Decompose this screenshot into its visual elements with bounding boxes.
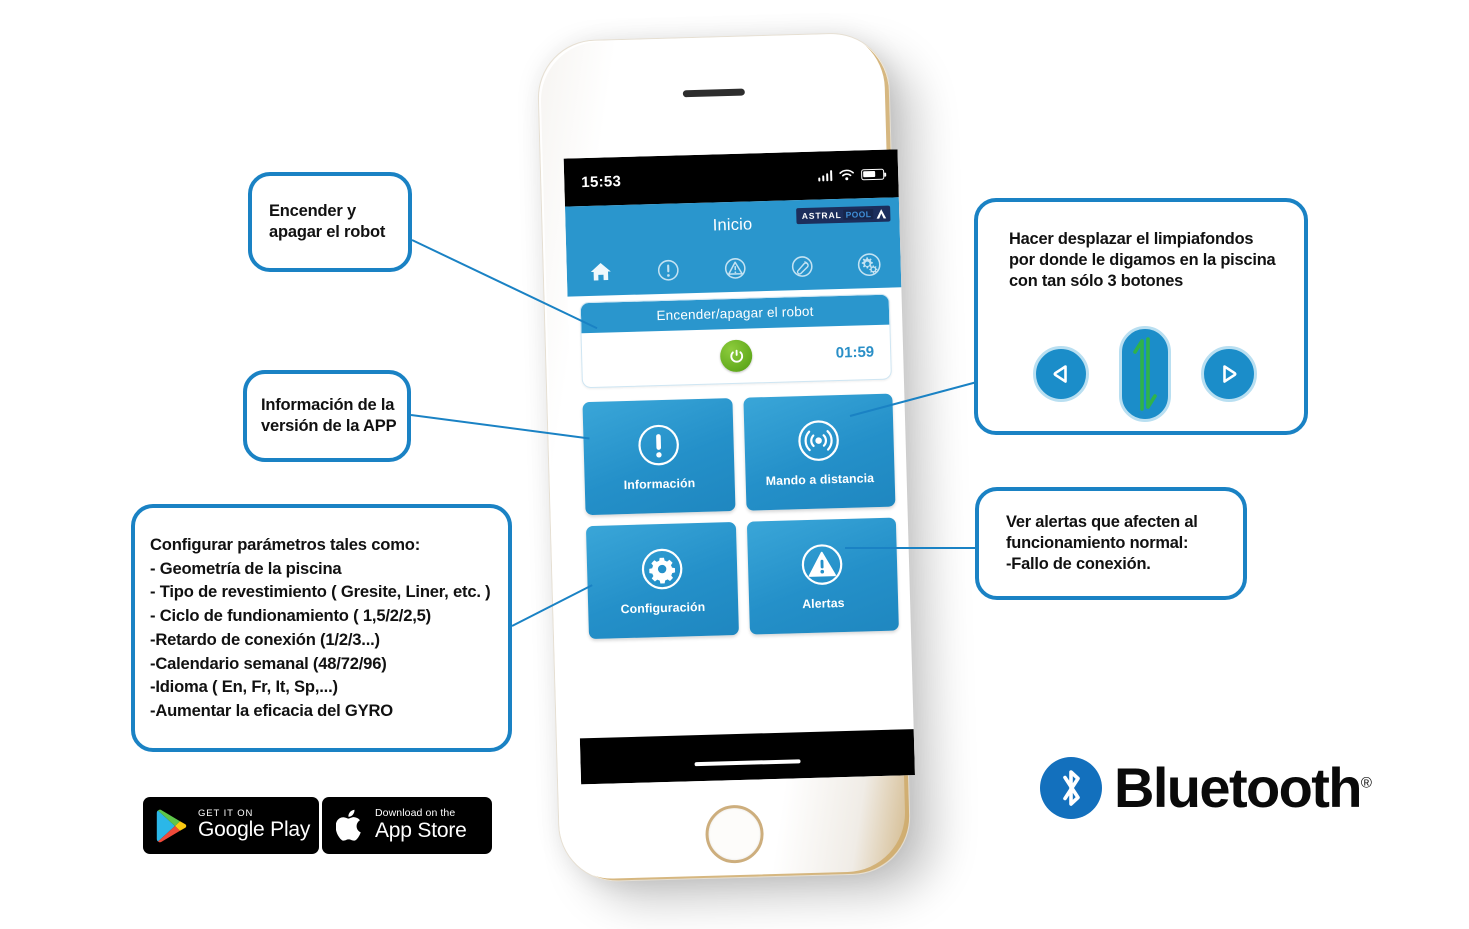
power-card: Encender/apagar el robot 01:59: [579, 293, 892, 389]
phone-screen: 15:53 Inicio ASTRAL POOL Encender/apagar…: [563, 149, 915, 785]
tile-grid: Información Mando a distancia Configurac…: [570, 379, 911, 640]
brand-pool-text: POOL: [843, 209, 874, 220]
nav-alerts[interactable]: [720, 254, 749, 283]
screen-bottom-bar: [579, 729, 915, 785]
triangle-right-icon: [1223, 365, 1237, 383]
nav-settings[interactable]: [854, 250, 883, 279]
tile-label: Alertas: [802, 595, 845, 612]
callout-alerts: Ver alertas que afecten al funcionamient…: [975, 487, 1247, 600]
home-icon: [590, 263, 611, 281]
signal-bars-icon: [817, 169, 833, 182]
nav-bar: [566, 243, 901, 296]
brand-astral-text: ASTRAL: [801, 209, 842, 222]
remote-signal-icon: [791, 255, 813, 277]
nav-information[interactable]: [653, 255, 682, 284]
page-title: Inicio: [712, 214, 753, 235]
google-play-big-text: Google Play: [198, 818, 311, 842]
warning-triangle-circle-icon: [802, 544, 843, 585]
gears-icon: [857, 252, 881, 276]
phone-body: 15:53 Inicio ASTRAL POOL Encender/apagar…: [536, 31, 915, 884]
app-header: Inicio ASTRAL POOL: [564, 197, 902, 297]
astralpool-triangle-icon: [876, 209, 887, 219]
nav-home[interactable]: [586, 257, 615, 286]
app-store-badge[interactable]: Download on the App Store: [322, 797, 492, 854]
power-card-body: 01:59: [582, 325, 891, 388]
up-down-arrow-button[interactable]: [1119, 326, 1171, 422]
google-play-text: GET IT ON Google Play: [198, 808, 311, 842]
tile-mando-a-distancia[interactable]: Mando a distancia: [742, 393, 896, 511]
nav-remote[interactable]: [787, 252, 816, 281]
triangle-left-icon: [1053, 365, 1067, 383]
remote-button-row: [978, 320, 1312, 428]
gear-circle-icon: [641, 548, 683, 590]
status-icons: [817, 168, 885, 182]
registered-trademark-icon: ®: [1360, 774, 1372, 792]
app-store-text: Download on the App Store: [375, 808, 467, 842]
tile-label: Información: [623, 476, 696, 493]
callout-config-text: Configurar parámetros tales como: - Geom…: [150, 535, 491, 721]
callout-power-on-off: Encender y apagar el robot: [248, 172, 412, 272]
phone-mockup: 15:53 Inicio ASTRAL POOL Encender/apagar…: [522, 11, 946, 902]
infographic-canvas: Encender y apagar el robot Información d…: [0, 0, 1469, 929]
bluetooth-icon: [1040, 757, 1102, 819]
callout-alerts-text: Ver alertas que afecten al funcionamient…: [1006, 513, 1198, 573]
tile-label: Configuración: [620, 599, 706, 617]
callout-app-version-info: Información de la versión de la APP: [243, 370, 411, 462]
google-play-badge[interactable]: GET IT ON Google Play: [143, 797, 319, 854]
right-arrow-button[interactable]: [1201, 346, 1257, 402]
tile-alertas[interactable]: Alertas: [746, 517, 899, 635]
battery-icon: [861, 168, 885, 180]
apple-icon: [336, 809, 361, 841]
google-play-icon: [156, 809, 187, 842]
astralpool-logo: ASTRAL POOL: [796, 205, 891, 225]
tile-configuracion[interactable]: Configuración: [585, 521, 739, 640]
home-indicator: [694, 759, 801, 767]
status-time: 15:53: [581, 172, 622, 191]
callout-remote-text: Hacer desplazar el limpiafondos por dond…: [1009, 230, 1276, 290]
bluetooth-wordmark: Bluetooth®: [1114, 760, 1372, 816]
connector-alerts-to-tile: [845, 547, 978, 549]
callout-configuration-params: Configurar parámetros tales como: - Geom…: [131, 504, 512, 752]
double-arrow-vertical-icon: [1133, 337, 1157, 411]
warning-triangle-icon: [724, 257, 746, 279]
power-button[interactable]: [719, 339, 753, 373]
tile-label: Mando a distancia: [765, 471, 875, 489]
header-title-row: Inicio ASTRAL POOL: [565, 197, 900, 252]
power-timer: 01:59: [835, 343, 875, 362]
callout-remote-control: Hacer desplazar el limpiafondos por dond…: [974, 198, 1308, 435]
tile-informacion[interactable]: Información: [582, 398, 736, 516]
exclamation-circle-icon: [638, 424, 679, 466]
left-arrow-button[interactable]: [1033, 346, 1089, 402]
callout-power-text: Encender y apagar el robot: [269, 201, 386, 241]
power-icon: [729, 349, 743, 363]
app-store-big-text: App Store: [375, 818, 467, 842]
wifi-icon: [839, 169, 854, 181]
bluetooth-glyph-icon: [1063, 770, 1080, 806]
bluetooth-word-text: Bluetooth: [1114, 756, 1362, 819]
remote-waves-icon: [798, 420, 840, 461]
exclamation-circle-icon: [657, 259, 679, 281]
callout-info-text: Información de la versión de la APP: [261, 395, 397, 435]
bluetooth-logo: Bluetooth®: [1040, 757, 1372, 819]
